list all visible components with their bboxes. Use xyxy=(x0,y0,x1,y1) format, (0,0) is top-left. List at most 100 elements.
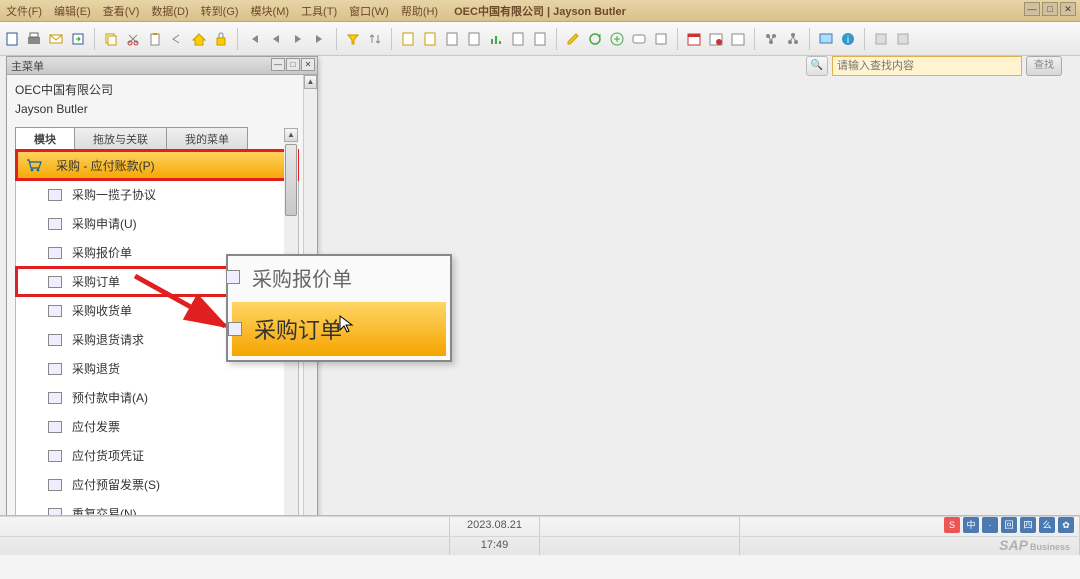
tree-item-label: 采购订单 xyxy=(72,273,120,290)
cal3-icon[interactable] xyxy=(730,31,746,47)
undo-icon[interactable] xyxy=(169,31,185,47)
tab-mymenu[interactable]: 我的菜单 xyxy=(166,127,248,150)
menu-view[interactable]: 查看(V) xyxy=(103,3,140,19)
tree-item-credit[interactable]: 应付货项凭证 xyxy=(16,441,298,470)
tree-item-label: 应付货项凭证 xyxy=(72,447,144,464)
panel-close[interactable]: ✕ xyxy=(301,58,315,71)
filter-icon[interactable] xyxy=(345,31,361,47)
edit-icon[interactable] xyxy=(565,31,581,47)
export-icon[interactable] xyxy=(70,31,86,47)
tree-item-prepay[interactable]: 预付款申请(A) xyxy=(16,383,298,412)
tree-header-purchase[interactable]: 采购 - 应付账款(P) xyxy=(16,150,298,180)
ime-tray: S 中 · 回 四 么 ✿ xyxy=(944,517,1074,533)
search-input[interactable] xyxy=(832,56,1022,76)
window-minimize[interactable]: — xyxy=(1024,2,1040,16)
menu-edit[interactable]: 编辑(E) xyxy=(54,3,91,19)
copy-icon[interactable] xyxy=(103,31,119,47)
doc3-icon[interactable] xyxy=(444,31,460,47)
tree-item-request[interactable]: 采购申请(U) xyxy=(16,209,298,238)
form-icon xyxy=(48,363,62,375)
home-icon[interactable] xyxy=(191,31,207,47)
help-icon[interactable]: i xyxy=(840,31,856,47)
form-icon xyxy=(48,189,62,201)
form-icon[interactable] xyxy=(653,31,669,47)
panel-max[interactable]: □ xyxy=(286,58,300,71)
ime-sq[interactable]: 四 xyxy=(1020,517,1036,533)
screen-icon[interactable] xyxy=(818,31,834,47)
search-go-button[interactable]: 查找 xyxy=(1026,56,1062,76)
ime-set[interactable]: ✿ xyxy=(1058,517,1074,533)
ime-kb[interactable]: 回 xyxy=(1001,517,1017,533)
next-icon[interactable] xyxy=(290,31,306,47)
status-mid2 xyxy=(540,537,740,556)
doc4-icon[interactable] xyxy=(466,31,482,47)
window-controls: — □ ✕ xyxy=(1024,2,1076,16)
scroll-up-icon[interactable]: ▲ xyxy=(284,128,298,142)
cal-icon[interactable] xyxy=(686,31,702,47)
panel-min[interactable]: — xyxy=(271,58,285,71)
scroll-thumb[interactable] xyxy=(285,144,297,216)
ime-dot[interactable]: · xyxy=(982,517,998,533)
menu-window[interactable]: 窗口(W) xyxy=(349,3,389,19)
menu-file[interactable]: 文件(F) xyxy=(6,3,42,19)
form-icon xyxy=(48,305,62,317)
last-icon[interactable] xyxy=(312,31,328,47)
menu-goto[interactable]: 转到(G) xyxy=(201,3,239,19)
tree-item-reserve[interactable]: 应付预留发票(S) xyxy=(16,470,298,499)
window-close[interactable]: ✕ xyxy=(1060,2,1076,16)
tree1-icon[interactable] xyxy=(763,31,779,47)
scroll-up-icon[interactable]: ▲ xyxy=(304,75,317,89)
add-icon[interactable] xyxy=(609,31,625,47)
menu-tools[interactable]: 工具(T) xyxy=(301,3,337,19)
form-icon xyxy=(228,322,242,336)
search-icon-button[interactable]: 🔍 xyxy=(806,56,828,76)
first-icon[interactable] xyxy=(246,31,262,47)
status-date: 2023.08.21 xyxy=(450,517,540,536)
tree-item-invoice[interactable]: 应付发票 xyxy=(16,412,298,441)
status-left2 xyxy=(0,537,450,556)
menu-help[interactable]: 帮助(H) xyxy=(401,3,438,19)
ime-me[interactable]: 么 xyxy=(1039,517,1055,533)
grey2-icon[interactable] xyxy=(895,31,911,47)
chart-icon[interactable] xyxy=(488,31,504,47)
company-name: OEC中国有限公司 xyxy=(15,79,299,100)
status-left xyxy=(0,517,450,536)
window-maximize[interactable]: □ xyxy=(1042,2,1058,16)
grey1-icon[interactable] xyxy=(873,31,889,47)
menu-module[interactable]: 模块(M) xyxy=(251,3,290,19)
lock-icon[interactable] xyxy=(213,31,229,47)
user-name: Jayson Butler xyxy=(15,100,299,118)
tree2-icon[interactable] xyxy=(785,31,801,47)
panel-title: 主菜单 xyxy=(11,58,44,74)
panel-titlebar[interactable]: 主菜单 — □ ✕ xyxy=(7,57,317,75)
form-icon xyxy=(48,276,62,288)
tree-item-label: 采购退货 xyxy=(72,360,120,377)
zoom-row-quote[interactable]: 采购报价单 xyxy=(228,256,450,298)
tab-modules[interactable]: 模块 xyxy=(15,127,75,150)
doc2-icon[interactable] xyxy=(422,31,438,47)
menu-data[interactable]: 数据(D) xyxy=(151,3,188,19)
print-icon[interactable] xyxy=(26,31,42,47)
doc5-icon[interactable] xyxy=(510,31,526,47)
paste-icon[interactable] xyxy=(147,31,163,47)
sort-icon[interactable] xyxy=(367,31,383,47)
tab-dragdrop[interactable]: 拖放与关联 xyxy=(74,127,167,150)
cut-icon[interactable] xyxy=(125,31,141,47)
ime-zh[interactable]: 中 xyxy=(963,517,979,533)
tree-item-blanket[interactable]: 采购一揽子协议 xyxy=(16,180,298,209)
tree-item-label: 采购报价单 xyxy=(72,244,132,261)
ime-sogou[interactable]: S xyxy=(944,517,960,533)
doc6-icon[interactable] xyxy=(532,31,548,47)
doc1-icon[interactable] xyxy=(400,31,416,47)
mail-icon[interactable] xyxy=(48,31,64,47)
zoom-row-po[interactable]: 采购订单 xyxy=(232,302,446,356)
form-icon xyxy=(48,218,62,230)
new-icon[interactable] xyxy=(4,31,20,47)
main-area: 🔍 查找 主菜单 — □ ✕ OEC中国有限公司 Jayson Butler 模… xyxy=(0,56,1080,555)
msg-icon[interactable] xyxy=(631,31,647,47)
cal2-icon[interactable] xyxy=(708,31,724,47)
sap-logo: SAP Business xyxy=(999,537,1070,553)
refresh-icon[interactable] xyxy=(587,31,603,47)
logo-sub: Business xyxy=(1030,542,1070,552)
prev-icon[interactable] xyxy=(268,31,284,47)
